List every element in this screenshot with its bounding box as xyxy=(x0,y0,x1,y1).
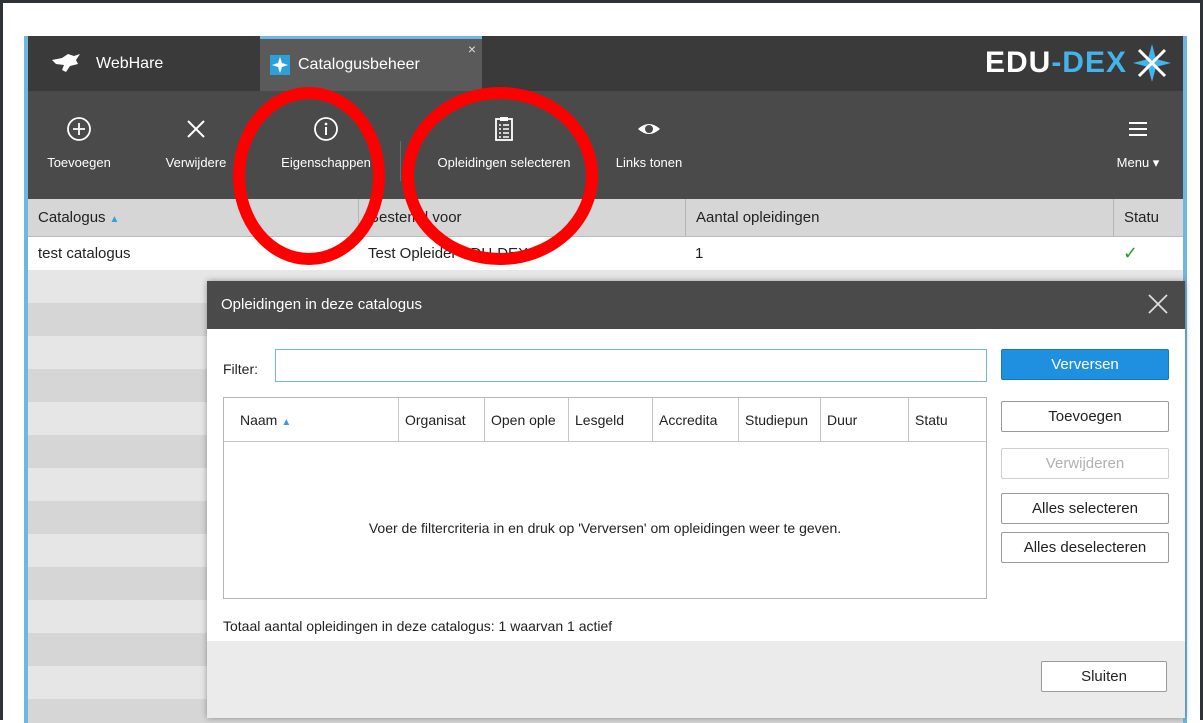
column-header-catalogus[interactable]: Catalogus ▲ xyxy=(28,199,358,237)
tab-close-icon[interactable]: × xyxy=(468,41,476,57)
brand-part2: -DEX xyxy=(1051,46,1127,79)
courses-grid: Naam ▲ Organisat Open ople Lesgeld Accred… xyxy=(223,397,987,599)
show-links-button-label: Links tonen xyxy=(615,155,683,170)
dialog-footer: Sluiten xyxy=(207,641,1185,718)
grid-header-lesgeld[interactable]: Lesgeld xyxy=(568,398,652,442)
grid-header-studiepunten[interactable]: Studiepun xyxy=(738,398,820,442)
properties-button[interactable]: Eigenschappen xyxy=(266,115,386,195)
select-courses-button[interactable]: Opleidingen selecteren xyxy=(415,115,593,195)
add-button-label: Toevoegen xyxy=(47,155,111,170)
show-links-button[interactable]: Links tonen xyxy=(604,115,694,195)
toolbar-separator xyxy=(400,141,401,181)
brand-part1: EDU xyxy=(984,46,1052,79)
properties-button-label: Eigenschappen xyxy=(281,155,371,170)
catalogus-app-icon xyxy=(270,55,290,75)
column-header-status[interactable]: Statu xyxy=(1113,199,1183,237)
edu-dex-logo: EDU-DEX xyxy=(985,40,1173,86)
courses-grid-header: Naam ▲ Organisat Open ople Lesgeld Accred… xyxy=(224,398,986,442)
dialog-close-icon[interactable] xyxy=(1145,291,1171,317)
cell-bestemd: Test Opleider EDU-DEX xyxy=(368,245,529,262)
close-x-icon xyxy=(187,120,205,138)
catalog-list-header: Catalogus ▲ Bestemd voor Aantal opleiding… xyxy=(28,199,1183,237)
tab-webhare[interactable]: WebHare xyxy=(28,36,260,91)
column-header-aantal[interactable]: Aantal opleidingen xyxy=(685,199,1113,237)
filter-input[interactable] xyxy=(275,349,987,382)
toolbar: Toevoegen Verwijdere Eigenschappen Oplei… xyxy=(28,91,1183,199)
dialog-title: Opleidingen in deze catalogus xyxy=(207,281,1185,329)
brand-text: EDU-DEX xyxy=(985,46,1127,80)
add-button[interactable]: Toevoegen xyxy=(44,115,114,195)
dialog-close-button[interactable]: Sluiten xyxy=(1041,661,1167,692)
tab-bar: WebHare Catalogusbeheer × EDU-DEX xyxy=(28,36,1183,91)
deselect-all-button[interactable]: Alles deselecteren xyxy=(1001,532,1169,563)
grid-header-status[interactable]: Statu xyxy=(908,398,986,442)
status-ok-icon: ✓ xyxy=(1123,243,1139,263)
column-header-catalogus-label: Catalogus xyxy=(38,209,106,226)
column-header-bestemd[interactable]: Bestemd voor xyxy=(358,199,685,237)
clipboard-list-icon xyxy=(495,117,513,141)
grid-header-naam-label: Naam xyxy=(240,412,278,428)
select-all-button[interactable]: Alles selecteren xyxy=(1001,493,1169,524)
tab-catalogusbeheer[interactable]: Catalogusbeheer × xyxy=(260,36,482,91)
plus-circle-icon xyxy=(67,117,91,141)
grid-header-naam[interactable]: Naam ▲ xyxy=(224,398,398,442)
edu-dex-star-icon xyxy=(1133,44,1171,82)
sort-ascending-icon: ▲ xyxy=(109,214,120,225)
dialog-remove-button[interactable]: Verwijderen xyxy=(1001,448,1169,479)
remove-button-label: Verwijdere xyxy=(165,155,227,170)
grid-header-open-opleiding[interactable]: Open ople xyxy=(484,398,568,442)
refresh-button[interactable]: Verversen xyxy=(1001,349,1169,380)
select-courses-button-label: Opleidingen selecteren xyxy=(437,155,571,170)
grid-empty-message: Voer de filtercriteria in en druk op 'Ve… xyxy=(368,520,842,536)
cell-aantal: 1 xyxy=(695,245,704,262)
courses-total-text: Totaal aantal opleidingen in deze catalo… xyxy=(223,618,613,634)
eye-icon xyxy=(638,124,660,134)
dialog-add-button[interactable]: Toevoegen xyxy=(1001,401,1169,432)
tab-webhare-label: WebHare xyxy=(96,54,164,72)
grid-header-organisatie[interactable]: Organisat xyxy=(398,398,484,442)
cell-catalogus: test catalogus xyxy=(38,245,131,262)
sort-ascending-icon: ▲ xyxy=(281,417,292,428)
table-row[interactable]: test catalogus Test Opleider EDU-DEX 1 ✓ xyxy=(28,237,1183,270)
courses-dialog: Opleidingen in deze catalogus Filter: Ve… xyxy=(207,281,1185,718)
grid-header-duur[interactable]: Duur xyxy=(820,398,908,442)
remove-button[interactable]: Verwijdere xyxy=(156,115,236,195)
menu-button[interactable]: Menu ▾ xyxy=(1108,115,1168,195)
info-circle-icon xyxy=(314,117,338,141)
tab-catalogusbeheer-label: Catalogusbeheer xyxy=(298,56,420,73)
menu-button-label: Menu ▾ xyxy=(1116,155,1160,170)
grid-header-accreditatie[interactable]: Accredita xyxy=(652,398,738,442)
hamburger-menu-icon xyxy=(1129,122,1147,136)
filter-label: Filter: xyxy=(223,361,258,377)
webhare-logo-icon xyxy=(52,53,80,72)
